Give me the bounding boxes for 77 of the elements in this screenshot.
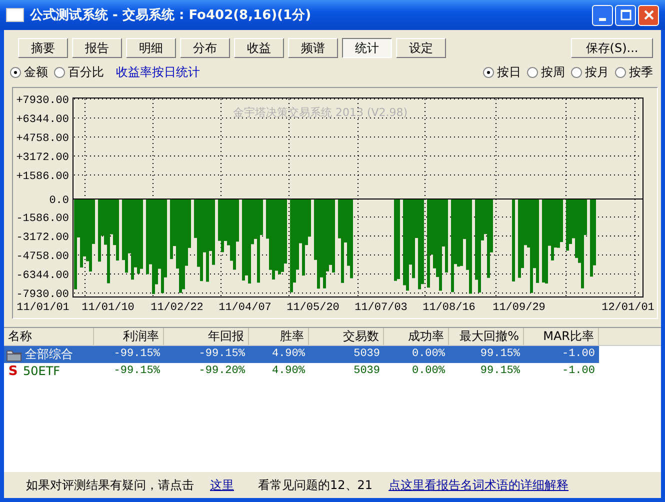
table-cell-text: 5039 xyxy=(354,347,380,362)
maximize-button[interactable] xyxy=(615,4,636,26)
table-cell-text: -99.15% xyxy=(114,364,160,379)
axis-label: +1586.00 xyxy=(16,171,69,183)
tab[interactable]: 设定 xyxy=(396,38,446,58)
table-cell: 全部综合 xyxy=(25,346,73,363)
help-link[interactable]: 这里 xyxy=(210,476,234,494)
tab[interactable]: 频谱 xyxy=(288,38,338,58)
table-cell-text: 4.90% xyxy=(272,347,305,362)
tab[interactable]: 摘要 xyxy=(18,38,68,58)
axis-label: -3172.00 xyxy=(16,232,69,244)
table-cell-text: 5039 xyxy=(354,364,380,379)
column-header[interactable]: MAR比率 xyxy=(524,328,599,345)
table-row[interactable]: 全部综合 -99.15% -99.15% 4.90% 5039 0.00% 99.15% -1.00 xyxy=(4,346,661,363)
save-button[interactable]: 保存(S)... xyxy=(571,38,653,58)
table-cell-text: 4.90% xyxy=(272,364,305,379)
window-icon xyxy=(6,8,24,22)
maximize-icon xyxy=(620,9,632,21)
tab[interactable]: 统计 xyxy=(342,38,392,58)
radio-option[interactable]: 金额 xyxy=(10,64,48,80)
axis-label: -6344.00 xyxy=(16,270,69,282)
axis-label: +4758.00 xyxy=(16,133,69,145)
axis-label: +7930.00 xyxy=(16,95,69,107)
tab[interactable]: 明细 xyxy=(126,38,176,58)
close-icon xyxy=(642,9,654,21)
axis-label: -1586.00 xyxy=(16,213,69,225)
tab[interactable]: 收益 xyxy=(234,38,284,58)
table-cell-text: 99.15% xyxy=(480,364,520,379)
column-header[interactable]: 名称 xyxy=(4,328,94,345)
footer-text: 如果对评测结果有疑问，请点击 xyxy=(26,476,194,494)
table-row[interactable]: S 50ETF -99.15% -99.20% 4.90% 5039 0.00% 99.15% -1.00 xyxy=(4,363,661,380)
axis-label: 11/01/10 xyxy=(82,302,134,314)
chart-watermark: 金宇塔决策交易系统 2013 (V2.98) xyxy=(233,106,408,119)
table-cell-text: 99.15% xyxy=(480,347,520,362)
axis-label: 11/09/29 xyxy=(492,302,546,314)
axis-label: 11/08/16 xyxy=(422,302,476,314)
folder-icon xyxy=(6,348,22,362)
radio-option[interactable]: 百分比 xyxy=(54,64,104,80)
axis-label: 11/05/20 xyxy=(286,302,340,314)
radio-option[interactable]: 按周 xyxy=(527,64,565,80)
minimize-button[interactable] xyxy=(592,4,613,26)
table-cell-text: -99.15% xyxy=(198,347,245,362)
axis-label: 11/04/07 xyxy=(218,302,272,314)
close-button[interactable] xyxy=(638,4,659,26)
axis-label: 11/07/03 xyxy=(354,302,408,314)
radio-option[interactable]: 按日 xyxy=(483,64,521,80)
chart-caption: 收益率按日统计 xyxy=(116,64,200,80)
stock-icon: S xyxy=(6,363,20,380)
footer-text: 看常见问题的12、21 xyxy=(258,476,373,494)
window-title: 公式测试系统 - 交易系统 : Fo402(8,16)(1分) xyxy=(30,6,312,24)
table-cell-text: -1.00 xyxy=(562,364,595,379)
minimize-icon xyxy=(599,18,606,20)
axis-label: +6344.00 xyxy=(16,114,69,126)
axis-label: 12/01/01 xyxy=(602,302,654,314)
table-cell-text: -1.00 xyxy=(562,347,595,362)
table-cell-text: -99.20% xyxy=(198,364,245,379)
table-cell-text: 0.00% xyxy=(412,364,445,379)
axis-label: -7930.00 xyxy=(16,289,69,301)
glossary-link[interactable]: 点这里看报告名词术语的详细解释 xyxy=(388,476,569,494)
axis-label: -4758.00 xyxy=(16,251,69,263)
table-cell-text: -99.15% xyxy=(114,347,160,362)
axis-label: +3172.00 xyxy=(16,152,69,164)
column-header[interactable]: 胜率 xyxy=(249,328,309,345)
axis-label: 11/02/22 xyxy=(150,302,204,314)
axis-label: 11/01/01 xyxy=(16,302,70,314)
radio-option[interactable]: 按月 xyxy=(571,64,609,80)
column-header[interactable]: 最大回撤% xyxy=(449,328,524,345)
column-header[interactable]: 年回报 xyxy=(164,328,249,345)
column-header[interactable]: 成功率 xyxy=(384,328,449,345)
table-cell-text: 0.00% xyxy=(412,347,445,362)
column-header[interactable]: 利润率 xyxy=(94,328,164,345)
column-header[interactable]: 交易数 xyxy=(309,328,384,345)
tab[interactable]: 报告 xyxy=(72,38,122,58)
table-cell: 50ETF xyxy=(23,363,60,380)
tab[interactable]: 分布 xyxy=(180,38,230,58)
axis-label: 0.0 xyxy=(49,195,69,207)
radio-option[interactable]: 按季 xyxy=(615,64,653,80)
